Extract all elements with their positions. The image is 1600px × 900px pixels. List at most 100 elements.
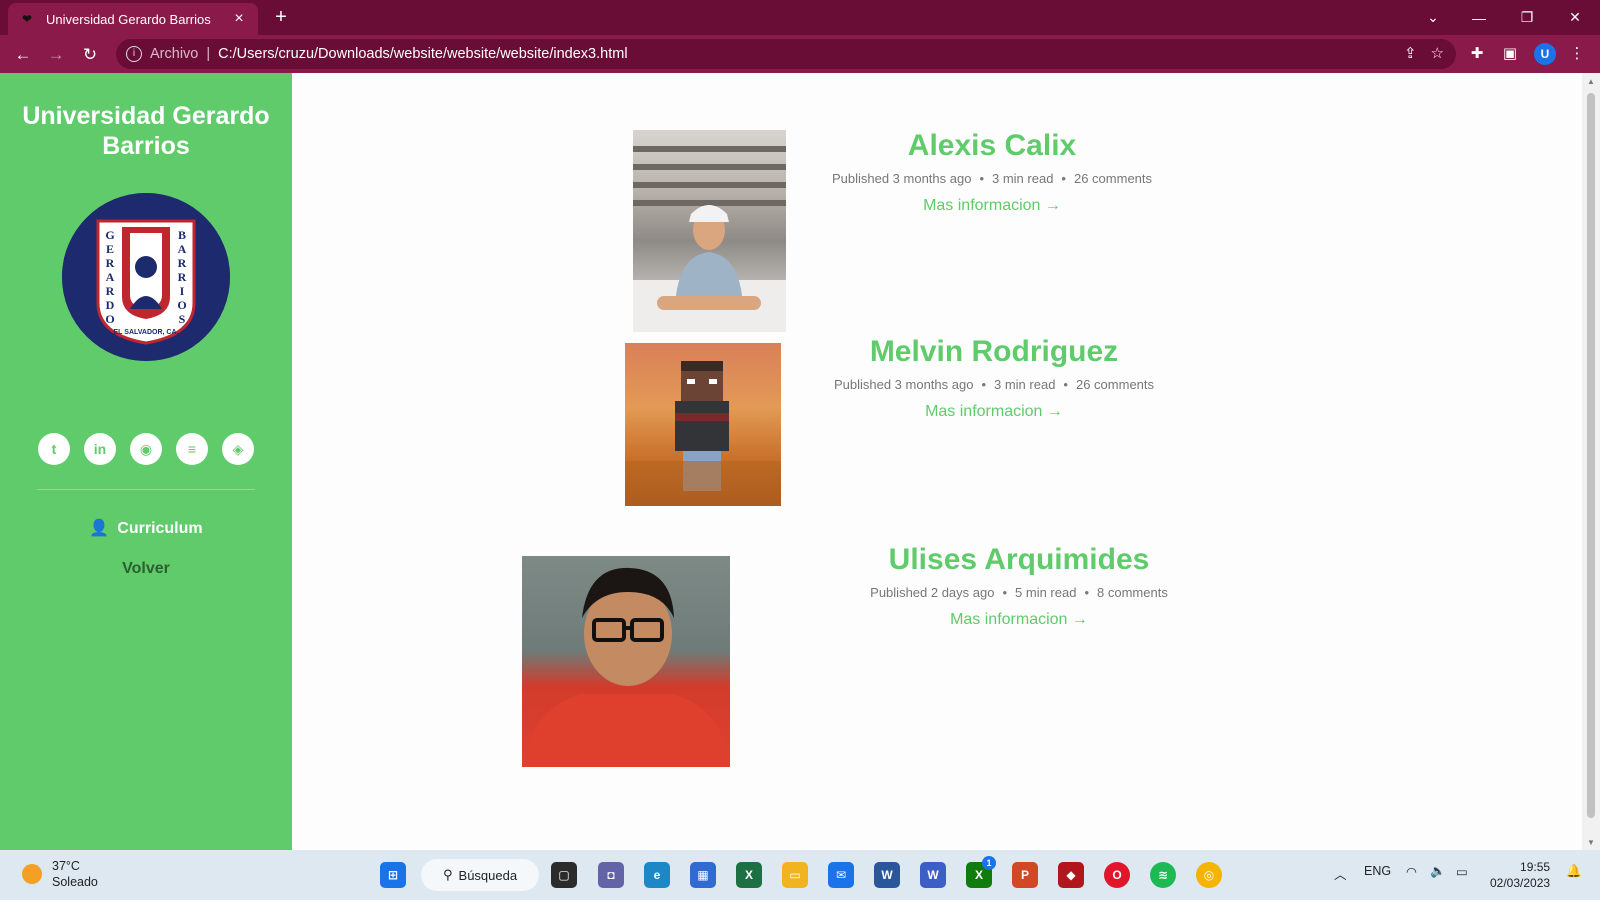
- powerpoint-icon[interactable]: P: [1012, 862, 1038, 888]
- sidebar-item-volver[interactable]: Volver: [0, 560, 292, 578]
- social-links: t in ◉ ≡ ◈: [0, 433, 292, 465]
- more-info-link[interactable]: Mas informacion →: [852, 197, 1132, 215]
- sidebar-divider: [37, 489, 255, 490]
- browser-tab[interactable]: ❤ Universidad Gerardo Barrios ×: [8, 3, 258, 35]
- battery-icon[interactable]: ▭: [1456, 864, 1468, 879]
- post-meta: Published 3 months ago • 3 min read • 26 com…: [742, 171, 1242, 186]
- post-meta: Published 3 months ago • 3 min read • 26 com…: [744, 377, 1244, 392]
- svg-text:O: O: [177, 298, 186, 312]
- more-info-link[interactable]: Mas informacion →: [854, 403, 1134, 421]
- weather-widget[interactable]: 37°C Soleado: [22, 858, 98, 890]
- w-app-icon[interactable]: W: [920, 862, 946, 888]
- meta-separator: •: [981, 377, 986, 392]
- teams-chat-icon[interactable]: ◘: [598, 862, 624, 888]
- meta-separator: •: [979, 171, 984, 186]
- stackoverflow-icon[interactable]: ≡: [176, 433, 208, 465]
- read-time: 5 min read: [1015, 585, 1077, 600]
- opera-icon[interactable]: O: [1104, 862, 1130, 888]
- back-button[interactable]: ←: [10, 42, 36, 68]
- scroll-down-arrow-icon[interactable]: ▼: [1586, 838, 1596, 847]
- svg-text:A: A: [106, 270, 115, 284]
- sidebar-item-label: Curriculum: [117, 520, 203, 537]
- chrome-icon[interactable]: ◎: [1196, 862, 1222, 888]
- published-date: Published 3 months ago: [831, 171, 972, 186]
- spotify-icon[interactable]: ≋: [1150, 862, 1176, 888]
- side-panel-icon[interactable]: ▣: [1499, 43, 1521, 65]
- page-scrollbar[interactable]: ▲ ▼: [1582, 73, 1600, 850]
- post-title[interactable]: Melvin Rodriguez: [804, 335, 1184, 369]
- scroll-up-arrow-icon[interactable]: ▲: [1586, 77, 1596, 86]
- main-content: Alexis Calix Published 3 months ago • 3 mi…: [292, 73, 1582, 850]
- svg-text:I: I: [180, 284, 185, 298]
- restore-button[interactable]: ❐: [1504, 0, 1550, 35]
- clock-time: 19:55: [1520, 860, 1551, 874]
- windows-start-icon[interactable]: ⊞: [380, 862, 406, 888]
- word-icon[interactable]: W: [874, 862, 900, 888]
- scrollbar-thumb[interactable]: [1587, 93, 1595, 818]
- university-crest-icon: G E R A R D O B A R R I O S EL SALVADOR,…: [62, 193, 230, 361]
- weather-condition: Soleado: [52, 875, 98, 889]
- task-view-icon[interactable]: ▢: [551, 862, 577, 888]
- clock[interactable]: 19:55 02/03/2023: [1490, 859, 1550, 891]
- url-separator: |: [206, 46, 211, 62]
- published-date: Published 3 months ago: [833, 377, 974, 392]
- svg-text:R: R: [178, 256, 187, 270]
- post-title[interactable]: Alexis Calix: [802, 129, 1182, 163]
- profile-avatar[interactable]: U: [1534, 43, 1556, 65]
- extensions-icon[interactable]: ✚: [1466, 43, 1488, 65]
- forward-button[interactable]: →: [43, 42, 69, 68]
- tray-overflow-chevron-icon[interactable]: ︿: [1334, 864, 1347, 883]
- post-meta: Published 2 days ago • 5 min read • 8 commen…: [769, 585, 1269, 600]
- search-icon: ⚲: [443, 867, 453, 882]
- twitter-icon[interactable]: t: [38, 433, 70, 465]
- excel-icon[interactable]: X: [736, 862, 762, 888]
- browser-tab-strip: ❤ Universidad Gerardo Barrios × + ⌄ — ❐ …: [0, 0, 1600, 35]
- notifications-bell-icon[interactable]: 🔔: [1566, 864, 1582, 879]
- file-explorer-icon[interactable]: ▭: [782, 862, 808, 888]
- read-time: 3 min read: [992, 171, 1054, 186]
- mail-icon[interactable]: ✉: [828, 862, 854, 888]
- svg-text:G: G: [105, 228, 114, 242]
- edge-icon[interactable]: e: [644, 862, 670, 888]
- tab-search-icon[interactable]: ⌄: [1410, 0, 1456, 35]
- wifi-icon[interactable]: ◠: [1406, 864, 1417, 879]
- close-window-button[interactable]: ✕: [1552, 0, 1598, 35]
- linkedin-icon[interactable]: in: [84, 433, 116, 465]
- sun-icon: [22, 864, 42, 884]
- heart-favicon-icon: ❤: [22, 12, 33, 26]
- meta-separator: •: [1061, 171, 1066, 186]
- taskbar-search[interactable]: ⚲ Búsqueda: [421, 859, 539, 891]
- sidebar-item-curriculum[interactable]: 👤 Curriculum: [0, 518, 292, 538]
- site-info-icon[interactable]: i: [126, 46, 142, 62]
- browser-toolbar: ← → ↻ i Archivo | C:/Users/cruzu/Downloa…: [0, 35, 1600, 73]
- more-info-link[interactable]: Mas informacion →: [879, 611, 1159, 629]
- comment-count: 26 comments: [1075, 377, 1155, 392]
- taskbar-search-label: Búsqueda: [458, 867, 518, 883]
- reload-button[interactable]: ↻: [77, 42, 103, 68]
- codepen-icon[interactable]: ◈: [222, 433, 254, 465]
- share-icon[interactable]: ⇪: [1404, 44, 1417, 62]
- volume-icon[interactable]: 🔈: [1430, 864, 1446, 879]
- github-icon[interactable]: ◉: [130, 433, 162, 465]
- xbox-icon[interactable]: X 1: [966, 856, 996, 888]
- language-indicator[interactable]: ENG: [1364, 864, 1391, 878]
- post-photo: [625, 343, 781, 506]
- published-date: Published 2 days ago: [870, 585, 995, 600]
- sidebar: Universidad Gerardo Barrios G E R A R D …: [0, 73, 292, 850]
- clock-date: 02/03/2023: [1490, 876, 1551, 890]
- red-app-icon[interactable]: ◆: [1058, 862, 1084, 888]
- menu-kebab-icon[interactable]: ⋮: [1566, 43, 1588, 65]
- bookmark-star-icon[interactable]: ☆: [1431, 44, 1444, 62]
- svg-text:R: R: [106, 256, 115, 270]
- user-icon: 👤: [89, 520, 110, 537]
- new-tab-button[interactable]: +: [270, 6, 292, 28]
- close-tab-icon[interactable]: ×: [230, 10, 248, 28]
- meta-separator: •: [1063, 377, 1068, 392]
- svg-text:R: R: [106, 284, 115, 298]
- post-title[interactable]: Ulises Arquimides: [829, 543, 1209, 577]
- store-icon[interactable]: ▦: [690, 862, 716, 888]
- minimize-button[interactable]: —: [1456, 0, 1502, 35]
- svg-text:D: D: [106, 298, 115, 312]
- svg-text:S: S: [179, 312, 186, 326]
- address-bar[interactable]: i Archivo | C:/Users/cruzu/Downloads/web…: [116, 39, 1456, 69]
